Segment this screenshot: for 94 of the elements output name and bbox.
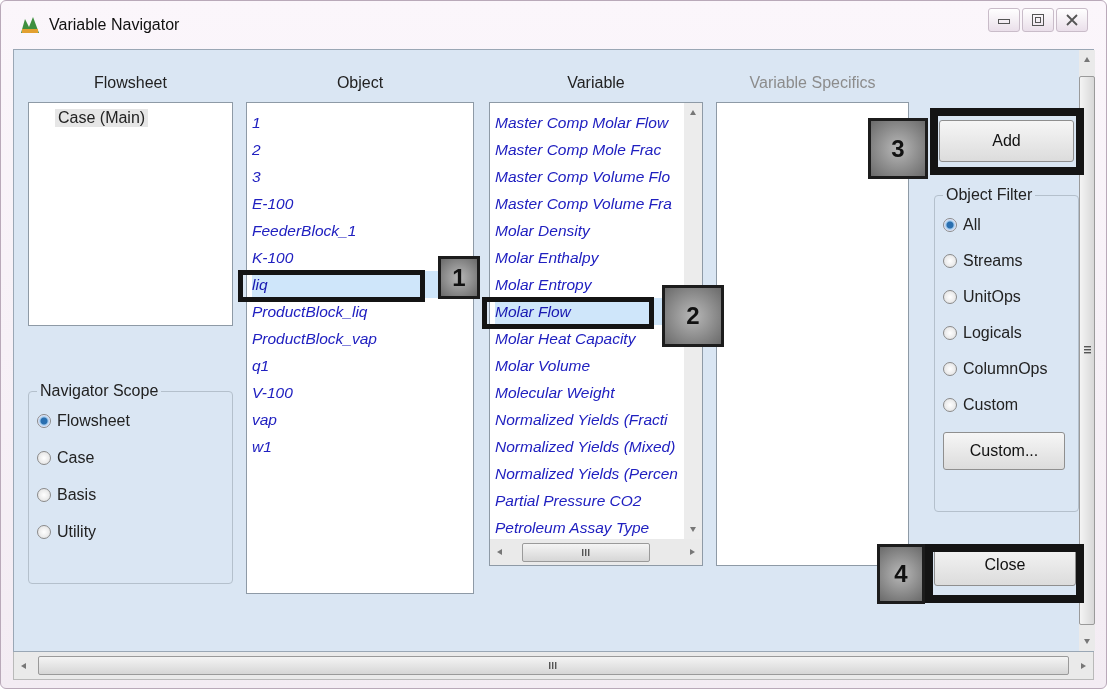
radio-icon[interactable] <box>37 487 51 502</box>
object-item[interactable]: q1 <box>252 356 270 375</box>
object-item[interactable]: 3 <box>252 167 261 186</box>
radio-option[interactable]: Utility <box>37 519 224 544</box>
radio-icon[interactable] <box>943 325 957 340</box>
scroll-up-icon[interactable] <box>689 109 697 117</box>
object-item[interactable]: liq <box>252 275 268 294</box>
minimize-icon <box>998 16 1010 24</box>
radio-label: Basis <box>57 485 97 504</box>
object-item[interactable]: 2 <box>252 140 261 159</box>
variable-item[interactable]: Normalized Yields (Fracti <box>495 410 668 429</box>
object-item[interactable]: E-100 <box>252 194 294 213</box>
variable-item[interactable]: Molar Volume <box>495 356 591 375</box>
close-button[interactable] <box>1056 8 1088 32</box>
variable-item[interactable]: Normalized Yields (Mixed) <box>495 437 676 456</box>
radio-option[interactable]: Logicals <box>943 320 1070 345</box>
variable-item[interactable]: Molecular Weight <box>495 383 615 402</box>
variable-item[interactable]: Petroleum Assay Type <box>495 518 650 537</box>
flowsheet-item[interactable]: Case (Main) <box>55 109 149 127</box>
column-header: Variable Specifics <box>748 73 877 93</box>
object-item[interactable]: vap <box>252 410 277 429</box>
maximize-button[interactable] <box>1022 8 1054 32</box>
scrollbar[interactable] <box>490 539 702 565</box>
radio-label: ColumnOps <box>963 359 1048 378</box>
object-item[interactable]: 1 <box>252 113 261 132</box>
object-item[interactable]: ProductBlock_liq <box>252 302 368 321</box>
scroll-down-icon[interactable] <box>1083 637 1091 645</box>
step-badge: 4 <box>877 544 925 604</box>
variable-item[interactable]: Molar Heat Capacity <box>495 329 636 348</box>
grip-icon <box>549 662 558 669</box>
object-item[interactable]: ProductBlock_vap <box>252 329 377 348</box>
radio-icon[interactable] <box>37 413 51 428</box>
column-header: Object <box>335 73 385 93</box>
object-item[interactable]: K-100 <box>252 248 294 267</box>
variable-item[interactable]: Normalized Yields (Percen <box>495 464 678 483</box>
radio-label: Case <box>57 448 95 467</box>
variable-item[interactable]: Molar Enthalpy <box>495 248 599 267</box>
step-badge: 1 <box>438 256 480 299</box>
variable-item[interactable]: Molar Density <box>495 221 590 240</box>
variable-item[interactable]: Molar Entropy <box>495 275 592 294</box>
radio-icon[interactable] <box>37 450 51 465</box>
radio-option[interactable]: Basis <box>37 482 224 507</box>
radio-option[interactable]: Flowsheet <box>37 408 224 433</box>
window-title: Variable Navigator <box>49 16 180 34</box>
radio-option[interactable]: ColumnOps <box>943 356 1070 381</box>
grip-icon <box>581 548 591 556</box>
grip-icon <box>1083 346 1091 355</box>
radio-option[interactable]: All <box>943 212 1070 237</box>
radio-label: Logicals <box>963 323 1022 342</box>
radio-label: UnitOps <box>963 287 1021 306</box>
radio-icon[interactable] <box>943 397 957 412</box>
step-badge: 2 <box>662 285 724 347</box>
radio-label: Utility <box>57 522 97 541</box>
object-item[interactable]: w1 <box>252 437 272 456</box>
maximize-icon <box>1032 14 1044 26</box>
radio-option[interactable]: UnitOps <box>943 284 1070 309</box>
scroll-left-icon[interactable] <box>496 548 504 556</box>
group-title: Object Filter <box>945 186 1034 204</box>
scroll-up-icon[interactable] <box>1083 56 1091 64</box>
radio-icon[interactable] <box>943 253 957 268</box>
object-item[interactable]: V-100 <box>252 383 293 402</box>
radio-label: Flowsheet <box>57 411 130 430</box>
radio-label: Streams <box>963 251 1023 270</box>
scrollbar[interactable] <box>1079 50 1095 651</box>
minimize-button[interactable] <box>988 8 1020 32</box>
radio-label: Custom <box>963 395 1019 414</box>
radio-option[interactable]: Case <box>37 445 224 470</box>
variable-item[interactable]: Master Comp Molar Flow <box>495 113 669 132</box>
radio-label: All <box>963 215 981 234</box>
close-icon <box>1066 14 1078 26</box>
variable-item[interactable]: Partial Pressure CO2 <box>495 491 642 510</box>
radio-icon[interactable] <box>943 217 957 232</box>
custom-button[interactable]: Custom... <box>943 432 1065 470</box>
scroll-down-icon[interactable] <box>689 525 697 533</box>
app-icon <box>19 15 41 35</box>
radio-icon[interactable] <box>943 361 957 376</box>
scroll-right-icon[interactable] <box>688 548 696 556</box>
scroll-left-icon[interactable] <box>20 661 28 670</box>
step-badge: 3 <box>868 118 928 179</box>
scrollbar[interactable] <box>13 652 1094 680</box>
variable-item[interactable]: Master Comp Mole Frac <box>495 140 662 159</box>
radio-icon[interactable] <box>943 289 957 304</box>
radio-icon[interactable] <box>37 524 51 539</box>
variable-item[interactable]: Molar Flow <box>495 302 571 321</box>
column-header: Variable <box>566 73 626 93</box>
scroll-right-icon[interactable] <box>1079 661 1087 670</box>
variable-item[interactable]: Master Comp Volume Flo <box>495 167 671 186</box>
add-button[interactable]: Add <box>939 120 1074 162</box>
object-item[interactable]: FeederBlock_1 <box>252 221 357 240</box>
radio-option[interactable]: Streams <box>943 248 1070 273</box>
variable-item[interactable]: Master Comp Volume Fra <box>495 194 672 213</box>
group-title: Navigator Scope <box>39 382 160 400</box>
column-header: Flowsheet <box>93 73 168 93</box>
radio-option[interactable]: Custom <box>943 392 1070 417</box>
